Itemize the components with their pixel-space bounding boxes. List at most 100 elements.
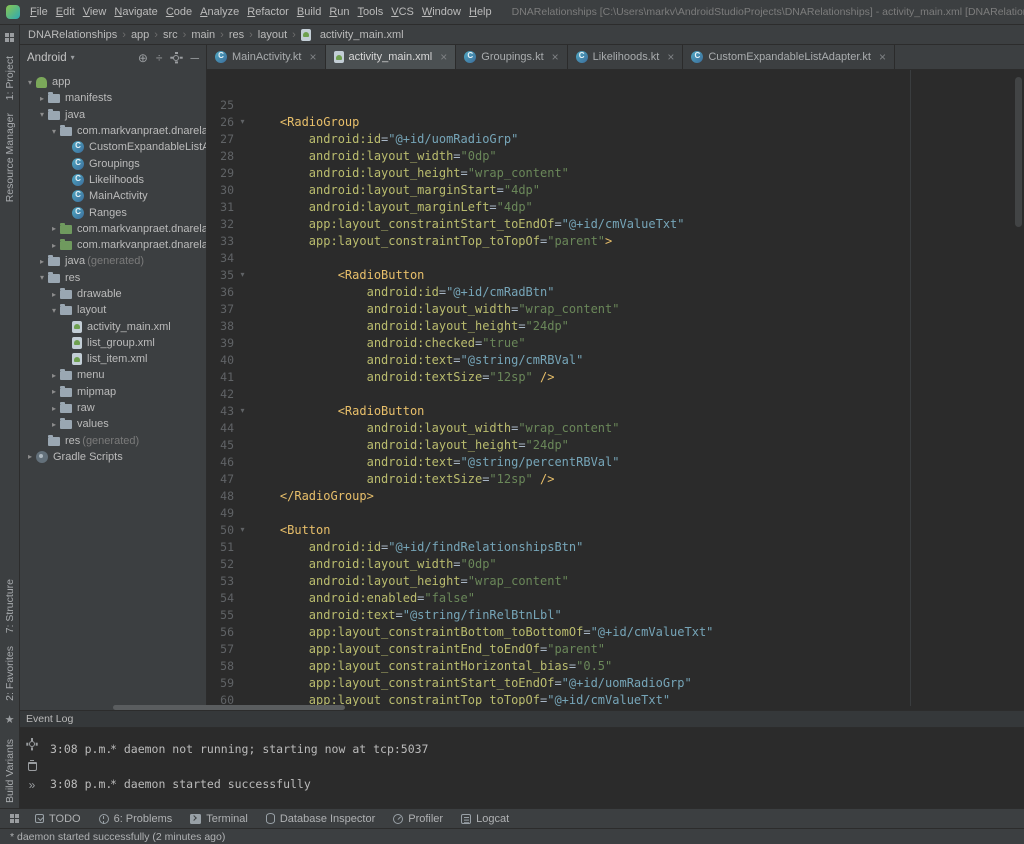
tree-item-customexpandablelistadapter[interactable]: CustomExpandableListAdapter	[20, 139, 206, 155]
chevron-right-icon[interactable]: ▸	[48, 241, 60, 250]
tree-item-mipmap[interactable]: ▸mipmap	[20, 384, 206, 400]
editor-vertical-scrollbar[interactable]	[1015, 77, 1022, 227]
chevron-down-icon[interactable]: ▾	[48, 127, 60, 136]
menu-build[interactable]: Build	[293, 6, 325, 18]
tab-activity-main-xml[interactable]: activity_main.xml×	[326, 45, 457, 69]
close-tab-icon[interactable]: ×	[879, 50, 886, 64]
tree-item-drawable[interactable]: ▸drawable	[20, 286, 206, 302]
chevron-right-icon[interactable]: ▸	[48, 290, 60, 299]
tree-item-label: res	[65, 435, 80, 447]
chevron-down-icon[interactable]: ▾	[24, 78, 36, 87]
chevron-right-icon[interactable]: ▸	[48, 371, 60, 380]
locate-icon[interactable]: ⊕	[138, 52, 148, 64]
menu-file[interactable]: File	[26, 6, 52, 18]
close-tab-icon[interactable]: ×	[440, 50, 447, 64]
chevron-down-icon[interactable]: ▾	[36, 110, 48, 119]
tree-item-likelihoods[interactable]: Likelihoods	[20, 172, 206, 188]
breadcrumb-layout[interactable]: layout	[258, 29, 287, 41]
chevron-right-icon[interactable]: ▸	[48, 420, 60, 429]
tab-customexpandablelistadapter-kt[interactable]: CustomExpandableListAdapter.kt×	[683, 45, 895, 69]
menu-run[interactable]: Run	[325, 6, 353, 18]
stripe-button-resource-manager[interactable]: Resource Manager	[4, 113, 16, 202]
tree-item-groupings[interactable]: Groupings	[20, 155, 206, 171]
toolwindow-button-logcat[interactable]: Logcat	[452, 809, 518, 828]
tree-item-menu[interactable]: ▸menu	[20, 367, 206, 383]
fold-marker-icon[interactable]: ▾	[234, 117, 251, 126]
stripe-button-build-variants[interactable]: Build Variants	[4, 739, 16, 803]
toolwindow-button-6-problems[interactable]: 6: Problems	[90, 809, 182, 828]
tree-item-raw[interactable]: ▸raw	[20, 400, 206, 416]
tool-window-switcher-icon[interactable]	[9, 813, 20, 824]
tab-label: Likelihoods.kt	[593, 51, 660, 63]
close-tab-icon[interactable]: ×	[667, 50, 674, 64]
event-log-header[interactable]: Event Log	[20, 711, 1024, 728]
tree-item-list-item-xml[interactable]: list_item.xml	[20, 351, 206, 367]
menu-code[interactable]: Code	[162, 6, 196, 18]
settings-gear-icon[interactable]	[170, 52, 182, 64]
tree-item-ranges[interactable]: Ranges	[20, 204, 206, 220]
tree-item-java[interactable]: ▸java (generated)	[20, 253, 206, 269]
tab-likelihoods-kt[interactable]: Likelihoods.kt ×	[568, 45, 684, 69]
stripe-button-2-favorites[interactable]: 2: Favorites	[4, 646, 16, 701]
toolwindow-button-todo[interactable]: TODO	[26, 809, 90, 828]
hide-icon[interactable]: ─	[190, 52, 199, 64]
fold-marker-icon[interactable]: ▾	[234, 525, 251, 534]
fold-marker-icon[interactable]: ▾	[234, 406, 251, 415]
chevron-right-icon[interactable]: ▸	[48, 404, 60, 413]
breadcrumb-dnarelationships[interactable]: DNARelationships	[28, 29, 117, 41]
tree-item-mainactivity[interactable]: MainActivity	[20, 188, 206, 204]
menu-navigate[interactable]: Navigate	[110, 6, 161, 18]
tree-item-com-markvanpraet-dnarelatio[interactable]: ▸com.markvanpraet.dnarelatio	[20, 237, 206, 253]
breadcrumb-app[interactable]: app	[131, 29, 149, 41]
chevron-right-icon[interactable]: ▸	[36, 257, 48, 266]
toolwindow-button-profiler[interactable]: Profiler	[384, 809, 452, 828]
tree-item-com-markvanpraet-dnarelationships[interactable]: ▾com.markvanpraet.dnarelationships	[20, 123, 206, 139]
menu-help[interactable]: Help	[465, 6, 496, 18]
project-view-selector[interactable]: Android ▾	[27, 52, 75, 64]
tree-item-java[interactable]: ▾java	[20, 107, 206, 123]
stripe-button-7-structure[interactable]: 7: Structure	[4, 579, 16, 633]
menu-vcs[interactable]: VCS	[387, 6, 418, 18]
tree-item-list-group-xml[interactable]: list_group.xml	[20, 335, 206, 351]
chevron-down-icon[interactable]: ▾	[36, 273, 48, 282]
menu-window[interactable]: Window	[418, 6, 465, 18]
toolwindow-button-database-inspector[interactable]: Database Inspector	[257, 809, 384, 828]
menu-edit[interactable]: Edit	[52, 6, 79, 18]
menu-refactor[interactable]: Refactor	[243, 6, 293, 18]
tree-item-res[interactable]: ▾res	[20, 270, 206, 286]
breadcrumb-activity-main-xml[interactable]: activity_main.xml	[301, 29, 404, 41]
tree-item-manifests[interactable]: ▸manifests	[20, 90, 206, 106]
chevron-right-icon[interactable]: ▸	[24, 452, 36, 461]
menu-analyze[interactable]: Analyze	[196, 6, 243, 18]
expand-icon[interactable]: »	[29, 780, 36, 790]
settings-gear-icon[interactable]	[26, 738, 38, 750]
toolwindow-button-terminal[interactable]: Terminal	[181, 809, 257, 828]
code-editor[interactable]: 2526▾ <RadioGroup27 android:id="@+id/uom…	[207, 70, 1024, 706]
chevron-right-icon[interactable]: ▸	[36, 94, 48, 103]
fold-marker-icon[interactable]: ▾	[234, 270, 251, 279]
favorites-star-icon[interactable]: ★	[5, 714, 15, 726]
tool-window-grid-icon[interactable]	[4, 32, 15, 43]
tree-item-com-markvanpraet-dnarelatio[interactable]: ▸com.markvanpraet.dnarelatio	[20, 221, 206, 237]
close-tab-icon[interactable]: ×	[552, 50, 559, 64]
tab-groupings-kt[interactable]: Groupings.kt×	[456, 45, 567, 69]
menu-tools[interactable]: Tools	[354, 6, 388, 18]
tree-item-layout[interactable]: ▾layout	[20, 302, 206, 318]
menu-view[interactable]: View	[79, 6, 111, 18]
breadcrumb-res[interactable]: res	[229, 29, 244, 41]
chevron-right-icon[interactable]: ▸	[48, 387, 60, 396]
chevron-down-icon[interactable]: ▾	[48, 306, 60, 315]
tree-item-app[interactable]: ▾app	[20, 74, 206, 90]
tree-item-gradle-scripts[interactable]: ▸Gradle Scripts	[20, 449, 206, 465]
close-tab-icon[interactable]: ×	[309, 50, 316, 64]
stripe-button-1-project[interactable]: 1: Project	[4, 56, 16, 100]
tree-item-activity-main-xml[interactable]: activity_main.xml	[20, 318, 206, 334]
tab-mainactivity-kt[interactable]: MainActivity.kt×	[207, 45, 326, 69]
tree-item-res[interactable]: res (generated)	[20, 433, 206, 449]
tree-item-values[interactable]: ▸values	[20, 416, 206, 432]
clear-all-icon[interactable]	[28, 762, 37, 771]
chevron-right-icon[interactable]: ▸	[48, 224, 60, 233]
breadcrumb-src[interactable]: src	[163, 29, 178, 41]
collapse-all-icon[interactable]: ÷	[156, 52, 163, 64]
breadcrumb-main[interactable]: main	[191, 29, 215, 41]
